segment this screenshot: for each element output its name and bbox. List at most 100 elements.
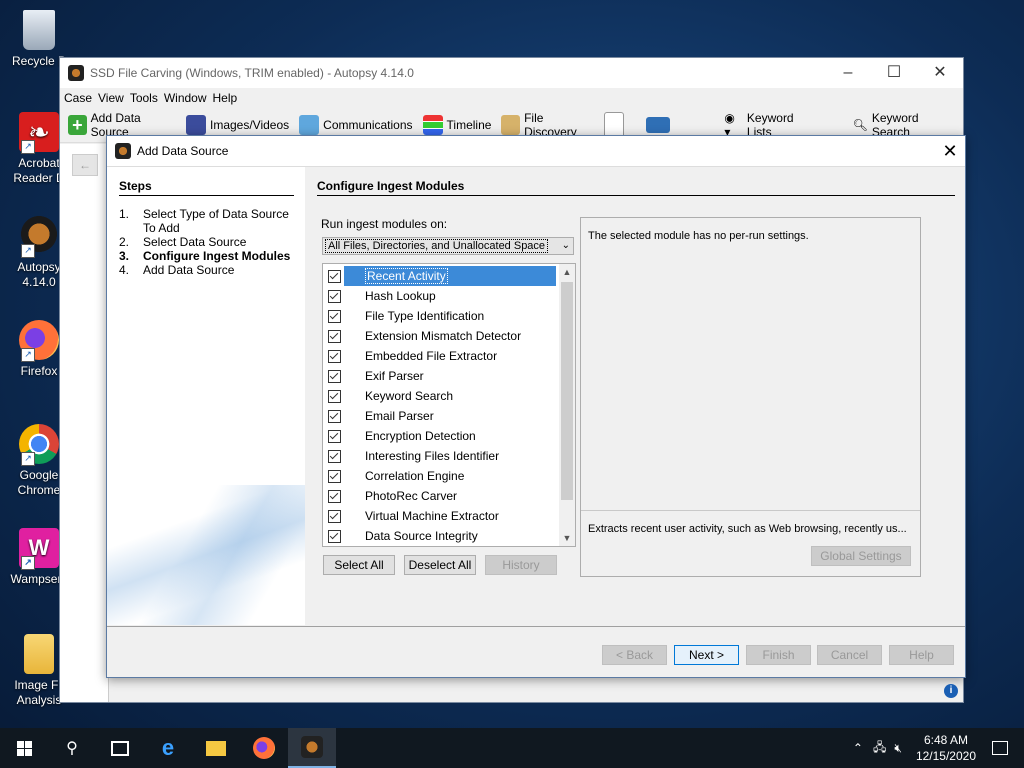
menu-case[interactable]: Case <box>64 91 92 105</box>
history-button[interactable]: History <box>485 555 557 575</box>
add-data-source-dialog: Add Data Source ✕ Steps 1. Select Type of… <box>106 135 966 678</box>
module-row[interactable]: Exif Parser <box>323 366 559 386</box>
run-on-select[interactable]: All Files, Directories, and Unallocated … <box>322 237 574 255</box>
maximize-button[interactable]: ☐ <box>871 58 917 88</box>
module-row[interactable]: Virtual Machine Extractor <box>323 506 559 526</box>
timeline-icon <box>422 115 443 135</box>
module-checkbox[interactable] <box>328 269 341 283</box>
module-name-text: Encryption Detection <box>365 429 476 443</box>
autopsy-app-icon <box>68 65 84 81</box>
module-row[interactable]: Recent Activity <box>323 266 559 286</box>
communications-button[interactable]: Communications <box>299 115 413 135</box>
module-row[interactable]: Interesting Files Identifier <box>323 446 559 466</box>
module-row[interactable]: Encryption Detection <box>323 426 559 446</box>
email-button[interactable] <box>646 117 674 133</box>
module-checkbox[interactable] <box>328 449 341 463</box>
search-icon: ⚲ <box>66 740 78 757</box>
clock-date: 12/15/2020 <box>915 749 976 763</box>
module-row[interactable]: Data Source Integrity <box>323 526 559 546</box>
taskbar-firefox[interactable] <box>240 728 288 768</box>
autopsy-icon <box>301 736 323 758</box>
module-name: Correlation Engine <box>344 466 556 486</box>
menu-window[interactable]: Window <box>164 91 207 105</box>
info-icon[interactable]: i <box>944 684 958 698</box>
help-button[interactable]: Help <box>889 645 954 665</box>
cancel-button[interactable]: Cancel <box>817 645 882 665</box>
dialog-close-button[interactable]: ✕ <box>935 136 965 166</box>
start-button[interactable] <box>0 728 48 768</box>
taskbar-ie[interactable]: e <box>144 728 192 768</box>
taskbar-file-explorer[interactable] <box>192 728 240 768</box>
windows-logo-icon <box>16 740 32 756</box>
menu-help[interactable]: Help <box>213 91 238 105</box>
search-button[interactable]: ⚲ <box>48 728 96 768</box>
taskbar-autopsy[interactable] <box>288 728 336 768</box>
timeline-button[interactable]: Timeline <box>422 115 491 135</box>
communications-icon <box>299 115 320 135</box>
module-row[interactable]: Hash Lookup <box>323 286 559 306</box>
network-icon[interactable]: 🖧︎ <box>873 738 886 759</box>
module-checkbox[interactable] <box>328 309 341 323</box>
autopsy-app-icon <box>115 143 131 159</box>
clock[interactable]: 6:48 AM 12/15/2020 <box>916 732 976 764</box>
minimize-button[interactable]: – <box>825 58 871 88</box>
module-name-text: Hash Lookup <box>365 289 436 303</box>
module-checkbox[interactable] <box>328 529 341 543</box>
close-button[interactable]: ✕ <box>917 58 963 88</box>
module-name-text: Exif Parser <box>365 369 424 383</box>
module-name-text: Virtual Machine Extractor <box>365 509 499 523</box>
module-checkbox[interactable] <box>328 349 341 363</box>
module-checkbox[interactable] <box>328 509 341 523</box>
module-checkbox[interactable] <box>328 329 341 343</box>
deselect-all-button[interactable]: Deselect All <box>404 555 476 575</box>
scroll-up-icon[interactable]: ▲ <box>559 264 575 280</box>
file-discovery-icon <box>501 115 521 135</box>
module-description: Extracts recent user activity, such as W… <box>588 523 907 535</box>
firefox-icon <box>253 737 275 759</box>
back-button[interactable]: < Back <box>602 645 667 665</box>
module-row[interactable]: File Type Identification <box>323 306 559 326</box>
next-button[interactable]: Next > <box>674 645 739 665</box>
module-row[interactable]: PhotoRec Carver <box>323 486 559 506</box>
menu-tools[interactable]: Tools <box>130 91 158 105</box>
module-checkbox[interactable] <box>328 429 341 443</box>
recycle-bin-icon <box>23 10 55 50</box>
per-run-settings-area: The selected module has no per-run setti… <box>581 218 920 511</box>
module-checkbox[interactable] <box>328 289 341 303</box>
module-checkbox[interactable] <box>328 469 341 483</box>
module-list-scrollbar[interactable]: ▲ ▼ <box>559 264 575 546</box>
module-row[interactable]: Embedded File Extractor <box>323 346 559 366</box>
chevron-up-icon[interactable]: ⌃ <box>853 741 863 755</box>
module-name-text: Correlation Engine <box>365 469 465 483</box>
main-window-title: SSD File Carving (Windows, TRIM enabled)… <box>90 66 414 80</box>
desktop-icon-label: Firefox <box>20 364 58 378</box>
content-heading: Configure Ingest Modules <box>317 179 955 196</box>
ingest-module-list[interactable]: Recent Activity Hash Lookup File Type Iden… <box>322 263 576 547</box>
global-settings-button[interactable]: Global Settings <box>811 546 911 566</box>
module-checkbox[interactable] <box>328 489 341 503</box>
steps-heading: Steps <box>119 179 294 196</box>
case-tree-panel[interactable]: ← <box>60 144 109 702</box>
module-checkbox[interactable] <box>328 409 341 423</box>
scroll-down-icon[interactable]: ▼ <box>559 530 575 546</box>
module-checkbox[interactable] <box>328 369 341 383</box>
dialog-titlebar: Add Data Source <box>107 136 965 167</box>
back-arrow-icon[interactable]: ← <box>72 154 98 176</box>
select-all-button[interactable]: Select All <box>323 555 395 575</box>
menu-view[interactable]: View <box>98 91 124 105</box>
module-row[interactable]: Correlation Engine <box>323 466 559 486</box>
scrollbar-thumb[interactable] <box>561 282 573 500</box>
module-row[interactable]: Keyword Search <box>323 386 559 406</box>
desktop-icon-label: Google Chrome <box>17 468 61 497</box>
module-name: Data Source Integrity <box>344 526 556 546</box>
module-checkbox[interactable] <box>328 389 341 403</box>
magnifier-icon: 🔍︎ <box>852 118 868 132</box>
notifications-icon[interactable] <box>992 741 1008 755</box>
finish-button[interactable]: Finish <box>746 645 811 665</box>
images-videos-button[interactable]: Images/Videos <box>185 115 289 135</box>
module-row[interactable]: Extension Mismatch Detector <box>323 326 559 346</box>
system-tray: ⌃ 🖧︎ 🔇︎ 6:48 AM 12/15/2020 <box>847 728 1024 768</box>
task-view-button[interactable] <box>96 728 144 768</box>
volume-icon[interactable]: 🔇︎ <box>894 741 902 756</box>
module-row[interactable]: Email Parser <box>323 406 559 426</box>
